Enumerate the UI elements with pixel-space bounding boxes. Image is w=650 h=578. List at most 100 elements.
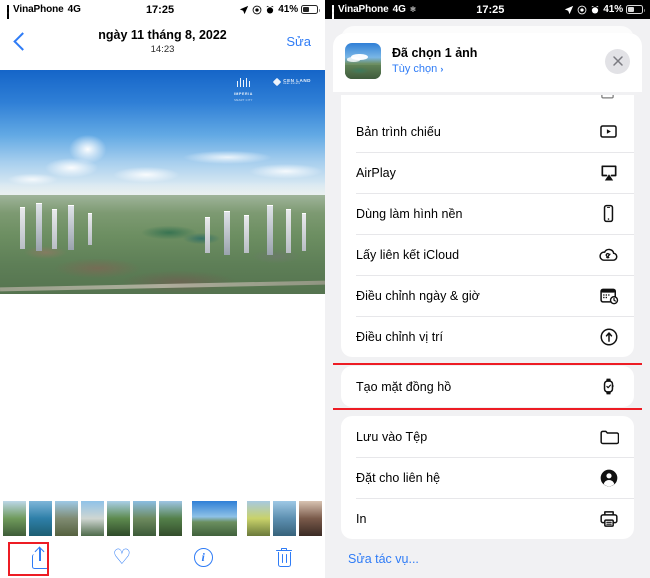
menu-item-label: Đặt cho liên hệ xyxy=(356,470,441,485)
menu-item-icloud-link[interactable]: Lấy liên kết iCloud xyxy=(341,234,634,275)
share-sheet-title: Đã chọn 1 ảnh xyxy=(392,46,478,60)
list-item[interactable] xyxy=(158,500,183,537)
photo-bottom-toolbar: ♡ i xyxy=(0,537,325,578)
signal-bars-icon xyxy=(7,5,9,29)
menu-item-label: Điều chỉnh vị trí xyxy=(356,329,443,344)
list-item[interactable] xyxy=(2,500,27,537)
status-right-group: 41% xyxy=(564,4,645,15)
status-clock: 17:25 xyxy=(145,3,175,16)
photo-towers xyxy=(0,195,325,294)
photo-date-label: ngày 11 tháng 8, 2022 xyxy=(98,27,227,42)
options-link-label: Tùy chọn xyxy=(392,63,438,75)
calendar-clock-icon xyxy=(598,285,619,306)
menu-item-print[interactable]: In xyxy=(341,498,634,539)
menu-item-adjust-date-time[interactable]: Điều chỉnh ngày & giờ xyxy=(341,275,634,316)
share-sheet-header: Đã chọn 1 ảnh Tùy chọn › xyxy=(333,33,642,92)
location-arrow-icon xyxy=(564,5,574,15)
do-not-disturb-icon xyxy=(577,5,587,15)
share-sheet-scroll-area[interactable]: Bản trình chiếu AirPlay Dùng làm hình nề… xyxy=(333,95,642,578)
close-button[interactable] xyxy=(605,48,630,74)
do-not-disturb-icon xyxy=(252,5,262,15)
menu-item-label: Dùng làm hình nền xyxy=(356,206,463,221)
menu-item-label: AirPlay xyxy=(356,165,396,180)
alarm-clock-icon xyxy=(265,5,275,15)
carrier-label: VinaPhone xyxy=(13,4,64,15)
network-type-label: 4G xyxy=(392,4,406,15)
menu-item-airplay[interactable]: AirPlay xyxy=(341,152,634,193)
share-button[interactable] xyxy=(0,537,81,578)
menu-item-wallpaper[interactable]: Dùng làm hình nền xyxy=(341,193,634,234)
photo-cityscape xyxy=(0,195,325,294)
photo-nav-bar: ngày 11 tháng 8, 2022 14:23 Sửa xyxy=(0,19,325,64)
watermark-imperia-sub: SMART CITY xyxy=(234,98,253,102)
photo-time-label: 14:23 xyxy=(150,43,175,55)
menu-group-2-wrapper: Tạo mặt đồng hồ xyxy=(333,363,642,410)
list-item[interactable] xyxy=(132,500,157,537)
partially-hidden-row[interactable] xyxy=(341,95,634,111)
menu-item-label: Lưu vào Tệp xyxy=(356,429,428,444)
status-clock: 17:25 xyxy=(476,3,505,16)
watermark-cenland-label: CEN LAND REAL ESTATE xyxy=(283,78,311,85)
status-right-group: 41% xyxy=(239,4,320,15)
alarm-clock-icon xyxy=(590,5,600,15)
battery-percent-label: 41% xyxy=(278,4,298,15)
list-item[interactable] xyxy=(80,500,105,537)
list-item-selected[interactable] xyxy=(191,500,238,537)
folder-icon xyxy=(598,426,619,447)
menu-item-slideshow[interactable]: Bản trình chiếu xyxy=(341,111,634,152)
location-arrow-icon xyxy=(239,5,249,15)
slideshow-icon xyxy=(598,121,619,142)
list-item[interactable] xyxy=(246,500,271,537)
menu-item-label: Bản trình chiếu xyxy=(356,124,441,139)
contact-person-icon xyxy=(598,467,619,488)
printer-icon xyxy=(598,508,619,529)
menu-item-label: Lấy liên kết iCloud xyxy=(356,247,460,262)
back-chevron-icon[interactable] xyxy=(14,32,26,52)
status-left-group: VinaPhone 4G xyxy=(7,4,81,29)
menu-item-label: In xyxy=(356,511,367,526)
cenland-logo-icon xyxy=(273,77,282,86)
selected-photo-thumbnail[interactable] xyxy=(345,43,381,79)
menu-item-label: Điều chỉnh ngày & giờ xyxy=(356,288,480,303)
heart-icon: ♡ xyxy=(112,546,132,569)
right-status-bar: VinaPhone 4G ❄ 17:25 41% xyxy=(325,0,650,29)
list-item[interactable] xyxy=(298,500,323,537)
icloud-link-icon xyxy=(598,244,619,265)
options-link[interactable]: Tùy chọn › xyxy=(392,61,605,77)
menu-group-3: Lưu vào Tệp Đặt cho liên hệ In xyxy=(341,416,634,539)
edit-button[interactable]: Sửa xyxy=(286,34,311,49)
list-item[interactable] xyxy=(54,500,79,537)
delete-button[interactable] xyxy=(244,537,325,578)
share-sheet-header-text: Đã chọn 1 ảnh Tùy chọn › xyxy=(392,45,605,77)
main-photo[interactable]: IMPERIA SMART CITY CEN LAND REAL ESTATE xyxy=(0,70,325,294)
menu-group-2: Tạo mặt đồng hồ xyxy=(341,366,634,407)
list-item[interactable] xyxy=(28,500,53,537)
chevron-right-icon: › xyxy=(440,64,444,74)
menu-item-save-to-files[interactable]: Lưu vào Tệp xyxy=(341,416,634,457)
list-item[interactable] xyxy=(106,500,131,537)
photo-thumbnail-strip[interactable] xyxy=(0,500,325,537)
battery-icon xyxy=(301,5,320,14)
battery-percent-label: 41% xyxy=(603,4,623,15)
apple-watch-icon xyxy=(598,376,619,397)
left-phone-photo-viewer: VinaPhone 4G 17:25 41% ngày 11 tháng 8, … xyxy=(0,0,325,578)
menu-item-assign-to-contact[interactable]: Đặt cho liên hệ xyxy=(341,457,634,498)
edit-actions-link[interactable]: Sửa tác vụ... xyxy=(333,539,642,566)
wallpaper-phone-icon xyxy=(598,203,619,224)
menu-group-1: Bản trình chiếu AirPlay Dùng làm hình nề… xyxy=(341,111,634,357)
imperia-logo-icon xyxy=(236,78,251,87)
menu-item-adjust-location[interactable]: Điều chỉnh vị trí xyxy=(341,316,634,357)
dual-screenshot: VinaPhone 4G 17:25 41% ngày 11 tháng 8, … xyxy=(0,0,650,578)
signal-bars-icon xyxy=(332,5,334,29)
right-phone-share-sheet: VinaPhone 4G ❄ 17:25 41% Đã chọn 1 ảnh T… xyxy=(325,0,650,578)
close-icon xyxy=(612,55,624,67)
favorite-button[interactable]: ♡ xyxy=(81,537,162,578)
menu-item-create-watch-face[interactable]: Tạo mặt đồng hồ xyxy=(341,366,634,407)
status-left-group: VinaPhone 4G ❄ xyxy=(332,4,416,29)
info-button[interactable]: i xyxy=(163,537,244,578)
left-status-bar: VinaPhone 4G 17:25 41% xyxy=(0,0,325,29)
hidden-row-icon xyxy=(600,95,615,101)
share-sheet: Đã chọn 1 ảnh Tùy chọn › Bản trình chiếu… xyxy=(333,33,642,578)
list-item[interactable] xyxy=(272,500,297,537)
